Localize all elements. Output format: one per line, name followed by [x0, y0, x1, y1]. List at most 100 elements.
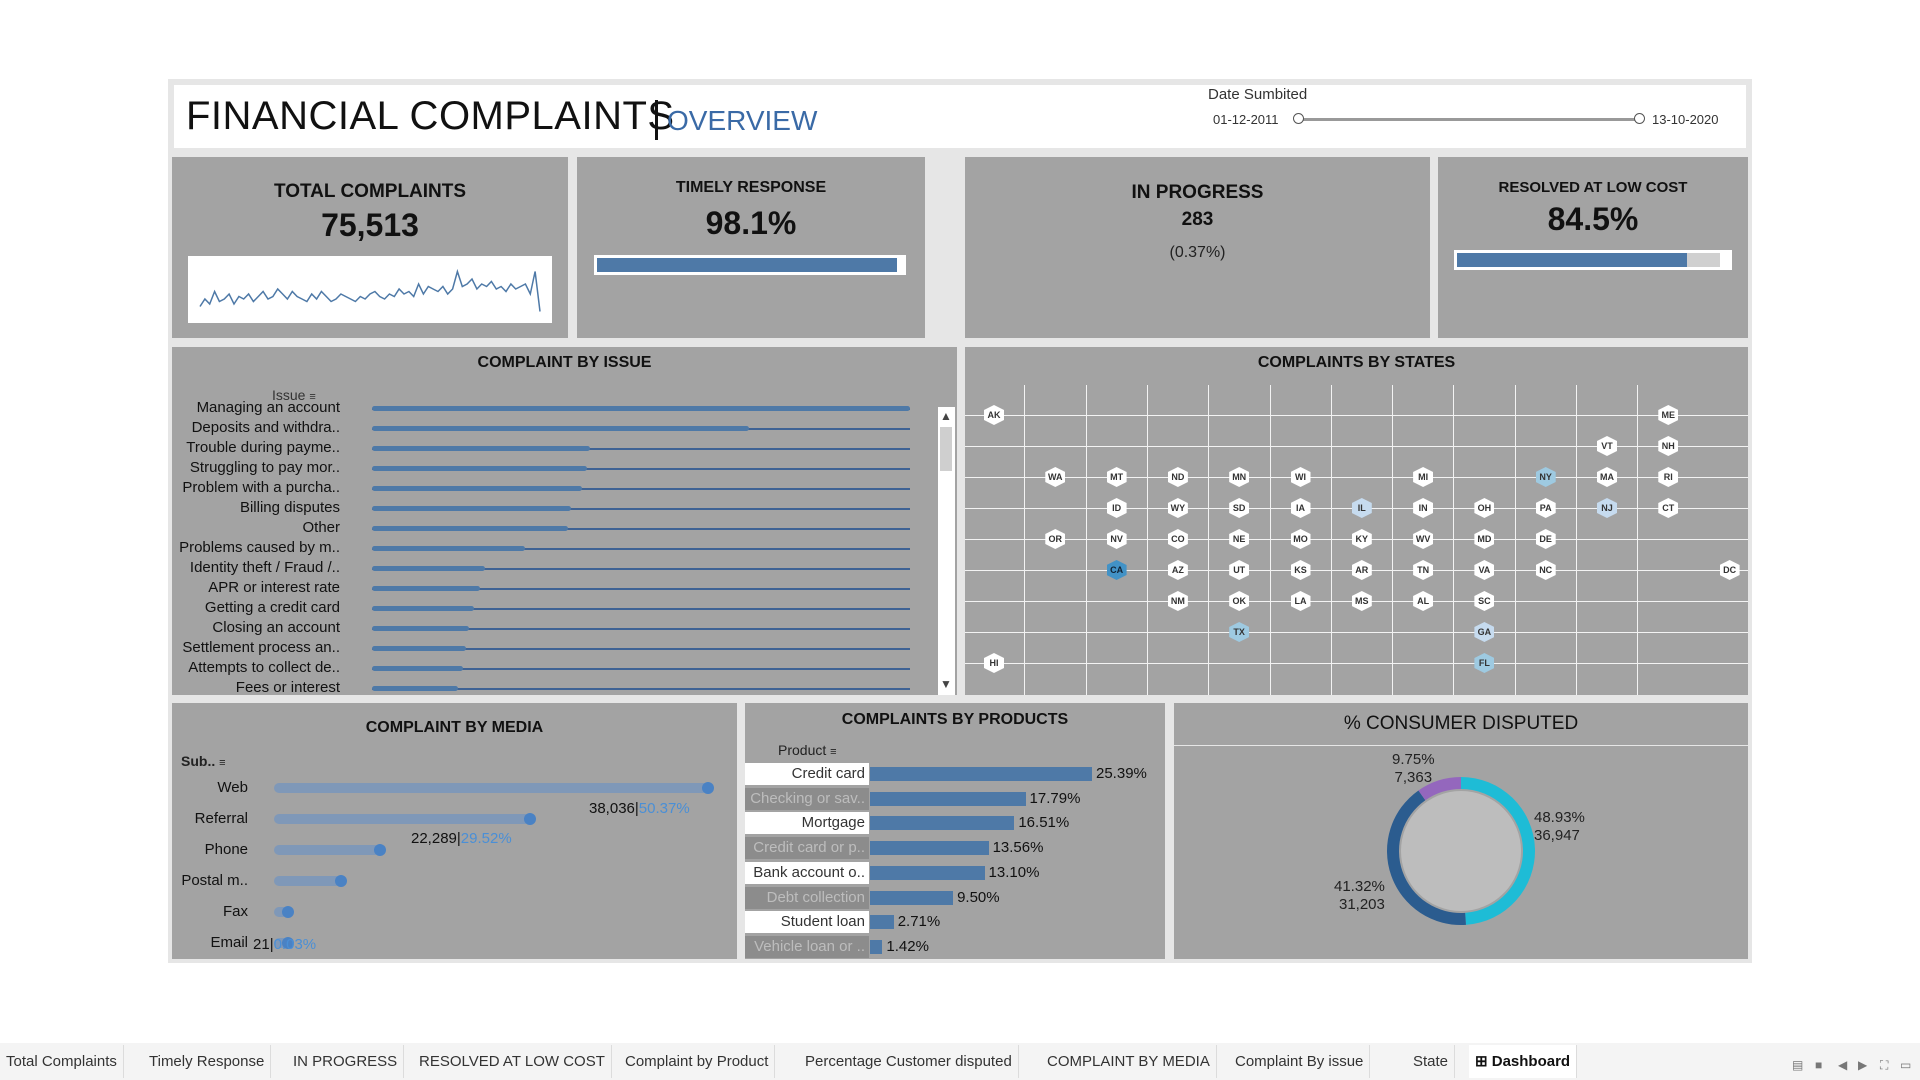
media-label[interactable]: Phone — [168, 841, 248, 858]
state-tile-mo[interactable]: MO — [1290, 529, 1311, 549]
state-tile-nv[interactable]: NV — [1106, 529, 1127, 549]
issue-label[interactable]: Fees or interest — [172, 679, 340, 695]
issue-label[interactable]: Identity theft / Fraud /.. — [172, 559, 340, 576]
product-bar[interactable] — [870, 890, 954, 905]
state-tile-ok[interactable]: OK — [1229, 591, 1250, 611]
state-tile-ca[interactable]: CA — [1106, 560, 1127, 580]
state-tile-ar[interactable]: AR — [1351, 560, 1372, 580]
issue-label[interactable]: Problem with a purcha.. — [172, 479, 340, 496]
issue-bar[interactable] — [372, 606, 475, 611]
state-tile-ct[interactable]: CT — [1658, 498, 1679, 518]
product-column-header[interactable]: Product ≡ — [778, 742, 837, 758]
sheet-tab[interactable]: Timely Response — [143, 1045, 272, 1078]
product-label[interactable]: Bank account o.. — [745, 861, 869, 884]
in-progress-card[interactable]: IN PROGRESS 283 (0.37%) — [965, 157, 1430, 338]
timely-response-card[interactable]: TIMELY RESPONSE 98.1% — [577, 157, 925, 338]
product-label[interactable]: Student loan — [745, 911, 869, 934]
issue-label[interactable]: Struggling to pay mor.. — [172, 459, 340, 476]
issue-label[interactable]: Billing disputes — [172, 499, 340, 516]
scroll-thumb[interactable] — [940, 427, 952, 471]
sort-icon[interactable]: ≡ — [830, 746, 836, 758]
issue-bar[interactable] — [372, 566, 485, 571]
issue-bar[interactable] — [372, 506, 572, 511]
product-bar[interactable] — [870, 915, 894, 930]
issue-bar[interactable] — [372, 686, 459, 691]
date-slider-end-handle[interactable] — [1634, 113, 1645, 124]
state-tile-fl[interactable]: FL — [1474, 653, 1495, 673]
issue-label[interactable]: APR or interest rate — [172, 579, 340, 596]
issue-label[interactable]: Problems caused by m.. — [172, 539, 340, 556]
sheet-tab[interactable]: Total Complaints — [0, 1045, 124, 1078]
issue-bar[interactable] — [372, 586, 480, 591]
state-tile-wy[interactable]: WY — [1167, 498, 1188, 518]
state-tile-sc[interactable]: SC — [1474, 591, 1495, 611]
state-tile-vt[interactable]: VT — [1597, 436, 1617, 456]
issue-label[interactable]: Other — [172, 519, 340, 536]
state-tile-nh[interactable]: NH — [1658, 436, 1679, 456]
sheet-tab[interactable]: ⊞ Dashboard — [1469, 1045, 1578, 1078]
state-tile-ny[interactable]: NY — [1535, 467, 1556, 487]
product-label[interactable]: Credit card or p.. — [745, 837, 869, 860]
issue-label[interactable]: Trouble during payme.. — [172, 439, 340, 456]
state-tile-oh[interactable]: OH — [1474, 498, 1495, 518]
product-bar[interactable] — [870, 865, 985, 880]
state-tile-la[interactable]: LA — [1290, 591, 1311, 611]
issue-label[interactable]: Deposits and withdra.. — [172, 419, 340, 436]
state-tile-sd[interactable]: SD — [1229, 498, 1250, 518]
issue-bar[interactable] — [372, 666, 464, 671]
media-label[interactable]: Email — [168, 934, 248, 951]
state-tile-ma[interactable]: MA — [1597, 467, 1617, 487]
product-bar[interactable] — [870, 841, 989, 856]
state-tile-ks[interactable]: KS — [1290, 560, 1311, 580]
issue-bar[interactable] — [372, 466, 588, 471]
media-bar-end[interactable] — [702, 782, 714, 794]
issue-bar[interactable] — [372, 406, 910, 411]
media-bar-end[interactable] — [524, 813, 537, 825]
sheet-tab[interactable]: Percentage Customer disputed — [799, 1045, 1019, 1078]
grid-view-icon[interactable]: ▤ — [1792, 1058, 1803, 1072]
state-tile-wa[interactable]: WA — [1045, 467, 1066, 487]
product-bar[interactable] — [870, 816, 1015, 831]
state-tile-in[interactable]: IN — [1413, 498, 1434, 518]
media-label[interactable]: Fax — [168, 903, 248, 920]
scroll-up-icon[interactable]: ▲ — [940, 409, 952, 423]
state-tile-az[interactable]: AZ — [1167, 560, 1188, 580]
total-complaints-card[interactable]: TOTAL COMPLAINTS 75,513 — [172, 157, 568, 338]
issue-bar[interactable] — [372, 626, 469, 631]
state-tile-dc[interactable]: DC — [1719, 560, 1740, 580]
issue-label[interactable]: Closing an account — [172, 619, 340, 636]
issue-label[interactable]: Getting a credit card — [172, 599, 340, 616]
state-tile-ak[interactable]: AK — [984, 405, 1004, 425]
product-label[interactable]: Checking or sav.. — [745, 787, 869, 810]
state-tile-tn[interactable]: TN — [1413, 560, 1434, 580]
next-sheet-icon[interactable]: ▶ — [1858, 1058, 1867, 1072]
state-tile-va[interactable]: VA — [1474, 560, 1495, 580]
state-tile-ut[interactable]: UT — [1229, 560, 1250, 580]
state-tile-hi[interactable]: HI — [984, 653, 1004, 673]
issue-bar[interactable] — [372, 526, 569, 531]
state-tile-ri[interactable]: RI — [1658, 467, 1679, 487]
scroll-down-icon[interactable]: ▼ — [940, 677, 952, 691]
prev-sheet-icon[interactable]: ◀ — [1838, 1058, 1847, 1072]
filmstrip-view-icon[interactable]: ■ — [1815, 1058, 1822, 1072]
product-label[interactable]: Vehicle loan or .. — [745, 935, 869, 958]
state-tile-nd[interactable]: ND — [1167, 467, 1188, 487]
product-bar[interactable] — [870, 939, 883, 954]
state-tile-me[interactable]: ME — [1658, 405, 1679, 425]
media-bar[interactable] — [274, 876, 342, 886]
media-label[interactable]: Postal m.. — [168, 872, 248, 889]
state-tile-nm[interactable]: NM — [1167, 591, 1188, 611]
sheet-tab[interactable]: Complaint by Product — [619, 1045, 776, 1078]
media-bar-end[interactable] — [374, 844, 387, 856]
state-tile-mn[interactable]: MN — [1229, 467, 1250, 487]
state-tile-mt[interactable]: MT — [1106, 467, 1127, 487]
issue-label[interactable]: Settlement process an.. — [172, 639, 340, 656]
state-tile-id[interactable]: ID — [1106, 498, 1127, 518]
media-bar-end[interactable] — [335, 875, 348, 887]
state-tile-ky[interactable]: KY — [1351, 529, 1372, 549]
issue-bar[interactable] — [372, 446, 590, 451]
state-tile-de[interactable]: DE — [1535, 529, 1556, 549]
state-tile-co[interactable]: CO — [1167, 529, 1188, 549]
state-tile-wv[interactable]: WV — [1413, 529, 1434, 549]
issue-label[interactable]: Attempts to collect de.. — [172, 659, 340, 676]
